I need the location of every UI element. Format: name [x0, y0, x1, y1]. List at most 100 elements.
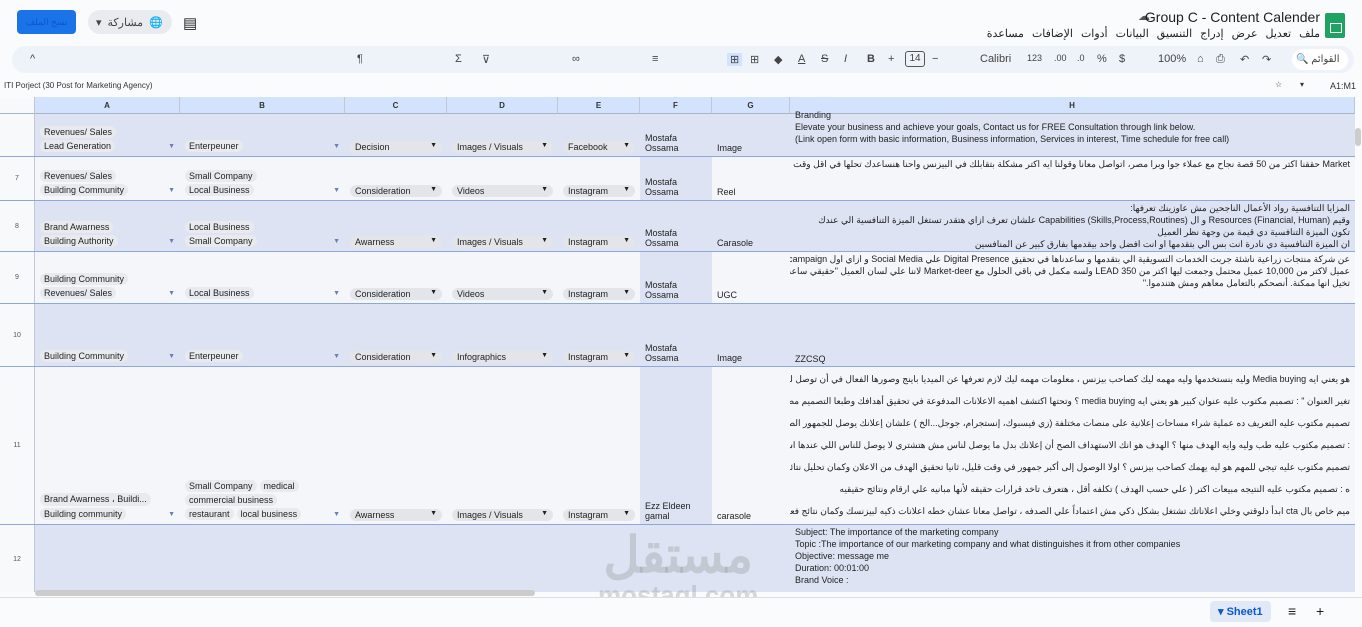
cell-b[interactable]: Local Business Small Company ▼	[180, 201, 345, 251]
align-icon[interactable]: ≡	[652, 53, 658, 65]
vertical-scrollbar[interactable]	[1355, 128, 1361, 146]
dropdown-chip[interactable]: Instagram ▼	[563, 236, 635, 248]
font-size-input[interactable]: 14	[905, 51, 925, 67]
row-number[interactable]: 9	[0, 252, 35, 303]
dropdown-arrow-icon[interactable]: ▼	[333, 187, 340, 194]
cell-h[interactable]: هو يعني ايه Media buying وليه بنستخدمها …	[790, 367, 1355, 524]
bold-button[interactable]: B	[867, 53, 875, 65]
cell-b[interactable]: Small Company Local Business ▼	[180, 157, 345, 200]
dropdown-arrow-icon[interactable]: ▼	[623, 510, 630, 520]
cell-c[interactable]: Awarness ▼	[345, 201, 447, 251]
cell-a[interactable]: Building Community ▼	[35, 304, 180, 366]
cell-d[interactable]	[447, 525, 558, 592]
column-header-g[interactable]: G	[712, 97, 790, 114]
cell-h[interactable]: عن شركة منتجات زراعية ناشئة جربت الخدمات…	[790, 252, 1355, 303]
dropdown-arrow-icon[interactable]: ▼	[333, 290, 340, 297]
dropdown-arrow-icon[interactable]: ▼	[430, 289, 437, 299]
print-icon[interactable]: ⎙	[1216, 53, 1225, 66]
dropdown-arrow-icon[interactable]: ▼	[430, 352, 437, 362]
cell-d[interactable]: Images / Visuals ▼	[447, 114, 558, 156]
dropdown-arrow-icon[interactable]: ▼	[541, 186, 548, 196]
sum-icon[interactable]: Σ	[455, 53, 462, 65]
decrease-font-button[interactable]: −	[932, 53, 938, 65]
cell-d[interactable]: Images / Visuals ▼	[447, 201, 558, 251]
name-box[interactable]: A1:M1	[1330, 81, 1356, 91]
dropdown-chip[interactable]: Images / Visuals ▼	[452, 141, 553, 153]
dropdown-arrow-icon[interactable]: ▼	[623, 186, 630, 196]
cell-b[interactable]: Small Company medical commercial business r…	[180, 367, 345, 524]
dropdown-arrow-icon[interactable]: ▼	[168, 290, 175, 297]
formula-input[interactable]: ITI Porject (30 Post for Marketing Agenc…	[4, 81, 153, 90]
row-number[interactable]: 7	[0, 157, 35, 200]
dropdown-arrow-icon[interactable]: ▼	[623, 142, 630, 152]
cell-e[interactable]: Instagram ▼	[558, 157, 640, 200]
dropdown-chip[interactable]: Videos ▼	[452, 185, 553, 197]
font-select[interactable]: Calibri	[980, 53, 1011, 65]
cell-f[interactable]: Mostafa Ossama	[640, 252, 712, 303]
cell-c[interactable]: Awarness ▼	[345, 367, 447, 524]
decrease-decimal-button[interactable]: .0	[1077, 53, 1085, 63]
dropdown-arrow-icon[interactable]: ▼	[168, 143, 175, 150]
cell-g[interactable]: UGC	[712, 252, 790, 303]
dropdown-chip[interactable]: Awarness ▼	[350, 236, 442, 248]
dropdown-arrow-icon[interactable]: ▼	[333, 511, 340, 518]
menu-data[interactable]: البيانات	[1116, 27, 1149, 40]
cell-g[interactable]: Image	[712, 304, 790, 366]
dropdown-arrow-icon[interactable]: ▼	[541, 142, 548, 152]
share-button[interactable]: ▾ مشاركة 🌐	[88, 10, 172, 34]
dropdown-arrow-icon[interactable]: ▼	[333, 353, 340, 360]
dropdown-arrow-icon[interactable]: ▼	[168, 187, 175, 194]
column-header-c[interactable]: C	[345, 97, 447, 114]
cell-a[interactable]: Brand Awarness Building Authority ▼	[35, 201, 180, 251]
cell-d[interactable]: Images / Visuals ▼	[447, 367, 558, 524]
dropdown-chip[interactable]: Infographics ▼	[452, 351, 553, 363]
cell-a[interactable]: Building Community Revenues/ Sales ▼	[35, 252, 180, 303]
increase-font-button[interactable]: +	[888, 53, 894, 65]
dropdown-chip[interactable]: Consideration ▼	[350, 288, 442, 300]
dropdown-icon[interactable]: ▾	[96, 16, 102, 29]
dropdown-chip[interactable]: Instagram ▼	[563, 509, 635, 521]
menu-file[interactable]: ملف	[1299, 27, 1320, 40]
sheets-logo-icon[interactable]	[1325, 13, 1345, 38]
dropdown-arrow-icon[interactable]: ▼	[623, 289, 630, 299]
column-header-d[interactable]: D	[447, 97, 558, 114]
merge-cells-icon[interactable]: ⊞	[727, 53, 743, 66]
cell-c[interactable]: Consideration ▼	[345, 304, 447, 366]
cell-a[interactable]: Revenues/ Sales Lead Generation ▼	[35, 114, 180, 156]
menu-search-input[interactable]: 🔍 القوائم	[1292, 49, 1348, 70]
dropdown-arrow-icon[interactable]: ▼	[430, 186, 437, 196]
dropdown-arrow-icon[interactable]: ▼	[623, 352, 630, 362]
dropdown-chip[interactable]: Instagram ▼	[563, 185, 635, 197]
dropdown-arrow-icon[interactable]: ▼	[168, 238, 175, 245]
dropdown-arrow-icon[interactable]: ▼	[333, 143, 340, 150]
cell-h[interactable]: ZZCSQ	[790, 304, 1355, 366]
dropdown-chip[interactable]: Facebook ▼	[563, 141, 635, 153]
cell-e[interactable]: Instagram ▼	[558, 252, 640, 303]
dropdown-chip[interactable]: Images / Visuals ▼	[452, 236, 553, 248]
dropdown-arrow-icon[interactable]: ▼	[623, 237, 630, 247]
row-number[interactable]: 10	[0, 304, 35, 366]
link-icon[interactable]: ∞	[572, 53, 580, 65]
zoom-select[interactable]: 100%	[1158, 53, 1186, 65]
dropdown-arrow-icon[interactable]: ▼	[430, 510, 437, 520]
cell-d[interactable]: Videos ▼	[447, 157, 558, 200]
column-header-a[interactable]: A	[35, 97, 180, 114]
borders-icon[interactable]: ⊞	[750, 53, 759, 66]
add-sheet-icon[interactable]: +	[1316, 603, 1324, 619]
collapse-toolbar-button[interactable]: ^	[30, 53, 35, 65]
fill-color-icon[interactable]: ◆	[774, 53, 782, 66]
comment-icon[interactable]: ▤	[183, 14, 197, 32]
dropdown-arrow-icon[interactable]: ▼	[430, 142, 437, 152]
cell-f[interactable]: Mostafa Ossama	[640, 114, 712, 156]
number-format-button[interactable]: 123	[1027, 53, 1042, 63]
cell-d[interactable]: Videos ▼	[447, 252, 558, 303]
name-box-dropdown-icon[interactable]: ▾	[1300, 80, 1304, 89]
dropdown-arrow-icon[interactable]: ▼	[333, 238, 340, 245]
dropdown-arrow-icon[interactable]: ▼	[430, 237, 437, 247]
cell-g[interactable]: Carasole	[712, 201, 790, 251]
cell-e[interactable]: Instagram ▼	[558, 304, 640, 366]
menu-extensions[interactable]: الإضافات	[1032, 27, 1073, 40]
cell-b[interactable]: Enterpeuner ▼	[180, 114, 345, 156]
cell-g[interactable]: Reel	[712, 157, 790, 200]
increase-decimal-button[interactable]: .00	[1054, 53, 1067, 63]
